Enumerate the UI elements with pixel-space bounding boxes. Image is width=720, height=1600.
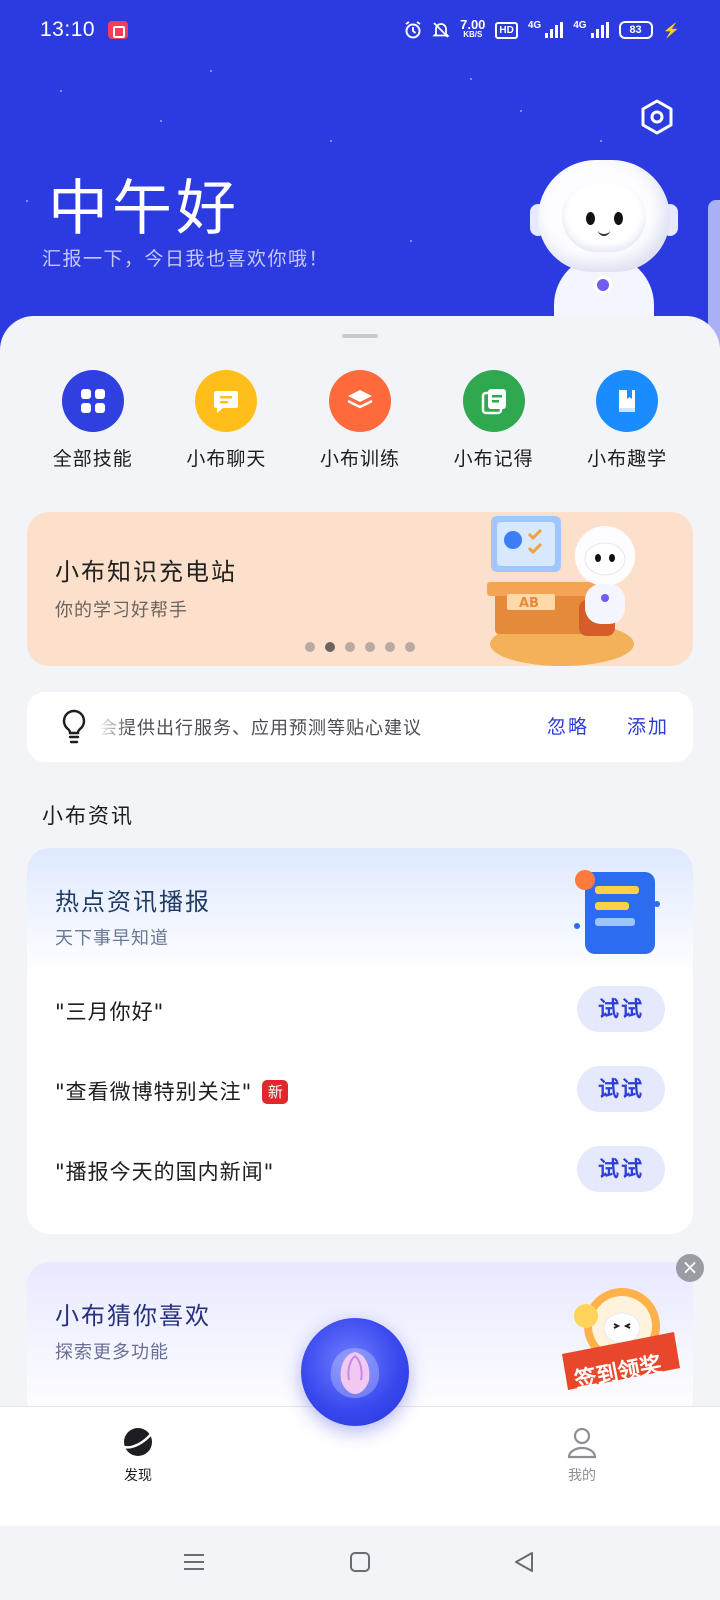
shortcut-row: 全部技能 小布聊天 小布训练 小布记得 小布趣学 bbox=[0, 370, 720, 471]
robot-badge-icon bbox=[594, 276, 612, 294]
notes-icon bbox=[462, 370, 525, 432]
news-card-subtitle: 天下事早知道 bbox=[55, 928, 169, 949]
shortcut-label: 小布趣学 bbox=[587, 448, 668, 470]
pager-dot-active bbox=[325, 642, 335, 652]
grid-icon bbox=[61, 370, 124, 432]
pager-dot bbox=[385, 642, 395, 652]
suggestion-card: 会提供出行服务、应用预测等贴心建议 忽略 添加 bbox=[27, 692, 693, 762]
banner-subtitle: 你的学习好帮手 bbox=[55, 600, 188, 621]
home-icon[interactable] bbox=[348, 1550, 372, 1574]
news-row-text-wrap: "查看微博特别关注" 新 bbox=[55, 1076, 289, 1106]
recommend-title: 小布猜你喜欢 bbox=[55, 1302, 211, 1330]
shell-icon bbox=[330, 1348, 380, 1398]
greeting-subtitle: 汇报一下，今日我也喜欢你哦！ bbox=[42, 248, 330, 270]
header-hero: 13:10 7.00 KB/S HD 4G 4G 83 ⚡ 中午好 汇报一下，今… bbox=[0, 0, 720, 360]
section-title-news: 小布资讯 bbox=[42, 804, 134, 828]
greeting-title: 中午好 bbox=[48, 174, 240, 244]
svg-text:AB: AB bbox=[519, 596, 539, 611]
menu-icon[interactable] bbox=[182, 1550, 206, 1574]
planet-icon bbox=[123, 1428, 153, 1456]
alarm-icon bbox=[405, 21, 421, 39]
speed-unit: KB/S bbox=[463, 30, 483, 39]
try-button[interactable]: 试试 bbox=[577, 1066, 665, 1112]
news-card: 热点资讯播报 天下事早知道 "三月你好" 试试 "查看微博特别关注" 新 试试 "… bbox=[27, 848, 693, 1234]
news-scroll-icon bbox=[574, 870, 660, 954]
shortcut-training[interactable]: 小布训练 bbox=[293, 370, 427, 471]
pager-dot bbox=[345, 642, 355, 652]
network-type-1: 4G bbox=[527, 20, 542, 31]
checkin-reward-badge[interactable]: 签到领奖 bbox=[556, 1276, 686, 1406]
speed-value: 7.00 bbox=[460, 17, 486, 32]
nav-mine-label: 我的 bbox=[568, 1468, 596, 1484]
suggestion-text: 会提供出行服务、应用预测等贴心建议 bbox=[99, 718, 422, 739]
hd-icon: HD bbox=[495, 21, 518, 39]
person-icon bbox=[567, 1427, 597, 1459]
pager-dot bbox=[365, 642, 375, 652]
try-button[interactable]: 试试 bbox=[577, 1146, 665, 1192]
try-button[interactable]: 试试 bbox=[577, 986, 665, 1032]
add-button[interactable]: 添加 bbox=[627, 712, 669, 739]
banner-title: 小布知识充电站 bbox=[55, 558, 237, 586]
news-row-text: "播报今天的国内新闻" bbox=[55, 1160, 275, 1184]
nav-mine[interactable]: 我的 bbox=[542, 1425, 622, 1485]
shortcut-all-skills[interactable]: 全部技能 bbox=[26, 370, 160, 471]
system-nav-bar bbox=[0, 1526, 720, 1600]
study-robot-illustration: AB bbox=[487, 516, 635, 666]
status-time: 13:10 bbox=[40, 18, 96, 41]
pager-dot bbox=[405, 642, 415, 652]
network-speed: 7.00 KB/S bbox=[460, 17, 486, 40]
news-row[interactable]: "查看微博特别关注" 新 试试 bbox=[27, 1056, 693, 1122]
chat-icon bbox=[195, 370, 258, 432]
back-icon[interactable] bbox=[512, 1550, 536, 1574]
recommend-subtitle: 探索更多功能 bbox=[55, 1342, 169, 1363]
shortcut-label: 小布训练 bbox=[319, 448, 400, 470]
new-badge: 新 bbox=[262, 1080, 289, 1104]
pager-dot bbox=[305, 642, 315, 652]
promo-close-button[interactable]: × bbox=[676, 1254, 704, 1282]
sheet-drag-handle[interactable] bbox=[342, 334, 378, 338]
shortcut-fun-learning[interactable]: 小布趣学 bbox=[560, 370, 694, 471]
shortcut-label: 小布记得 bbox=[453, 448, 534, 470]
nav-discover[interactable]: 发现 bbox=[98, 1425, 178, 1485]
shortcut-label: 小布聊天 bbox=[186, 448, 267, 470]
news-row-text: "三月你好" bbox=[55, 1000, 165, 1024]
status-bar: 13:10 7.00 KB/S HD 4G 4G 83 ⚡ bbox=[0, 0, 720, 64]
news-row-text: "查看微博特别关注" bbox=[55, 1080, 253, 1104]
screen-record-icon bbox=[108, 21, 128, 39]
news-row[interactable]: "播报今天的国内新闻" 试试 bbox=[27, 1136, 693, 1202]
nav-discover-label: 发现 bbox=[124, 1468, 152, 1484]
shortcut-label: 全部技能 bbox=[52, 448, 133, 470]
ignore-button[interactable]: 忽略 bbox=[547, 712, 589, 739]
lightbulb-icon bbox=[62, 709, 86, 744]
signal-icon bbox=[545, 22, 564, 38]
news-row[interactable]: "三月你好" 试试 bbox=[27, 976, 693, 1042]
battery-icon: 83 bbox=[618, 21, 653, 39]
signal-icon-2 bbox=[590, 22, 609, 38]
network-type-2: 4G bbox=[573, 20, 587, 31]
news-card-title: 热点资讯播报 bbox=[55, 888, 211, 916]
shortcut-chat[interactable]: 小布聊天 bbox=[160, 370, 294, 471]
shortcut-remember[interactable]: 小布记得 bbox=[427, 370, 561, 471]
banner-pager bbox=[305, 642, 415, 652]
voice-assistant-button[interactable] bbox=[301, 1318, 409, 1426]
settings-icon[interactable] bbox=[638, 98, 676, 136]
book-icon bbox=[596, 370, 659, 432]
charging-icon: ⚡ bbox=[662, 21, 680, 38]
robot-mascot[interactable] bbox=[530, 160, 678, 335]
layers-icon bbox=[328, 370, 391, 432]
knowledge-banner[interactable]: 小布知识充电站 你的学习好帮手 AB bbox=[27, 512, 693, 666]
mute-bell-icon bbox=[432, 22, 450, 38]
